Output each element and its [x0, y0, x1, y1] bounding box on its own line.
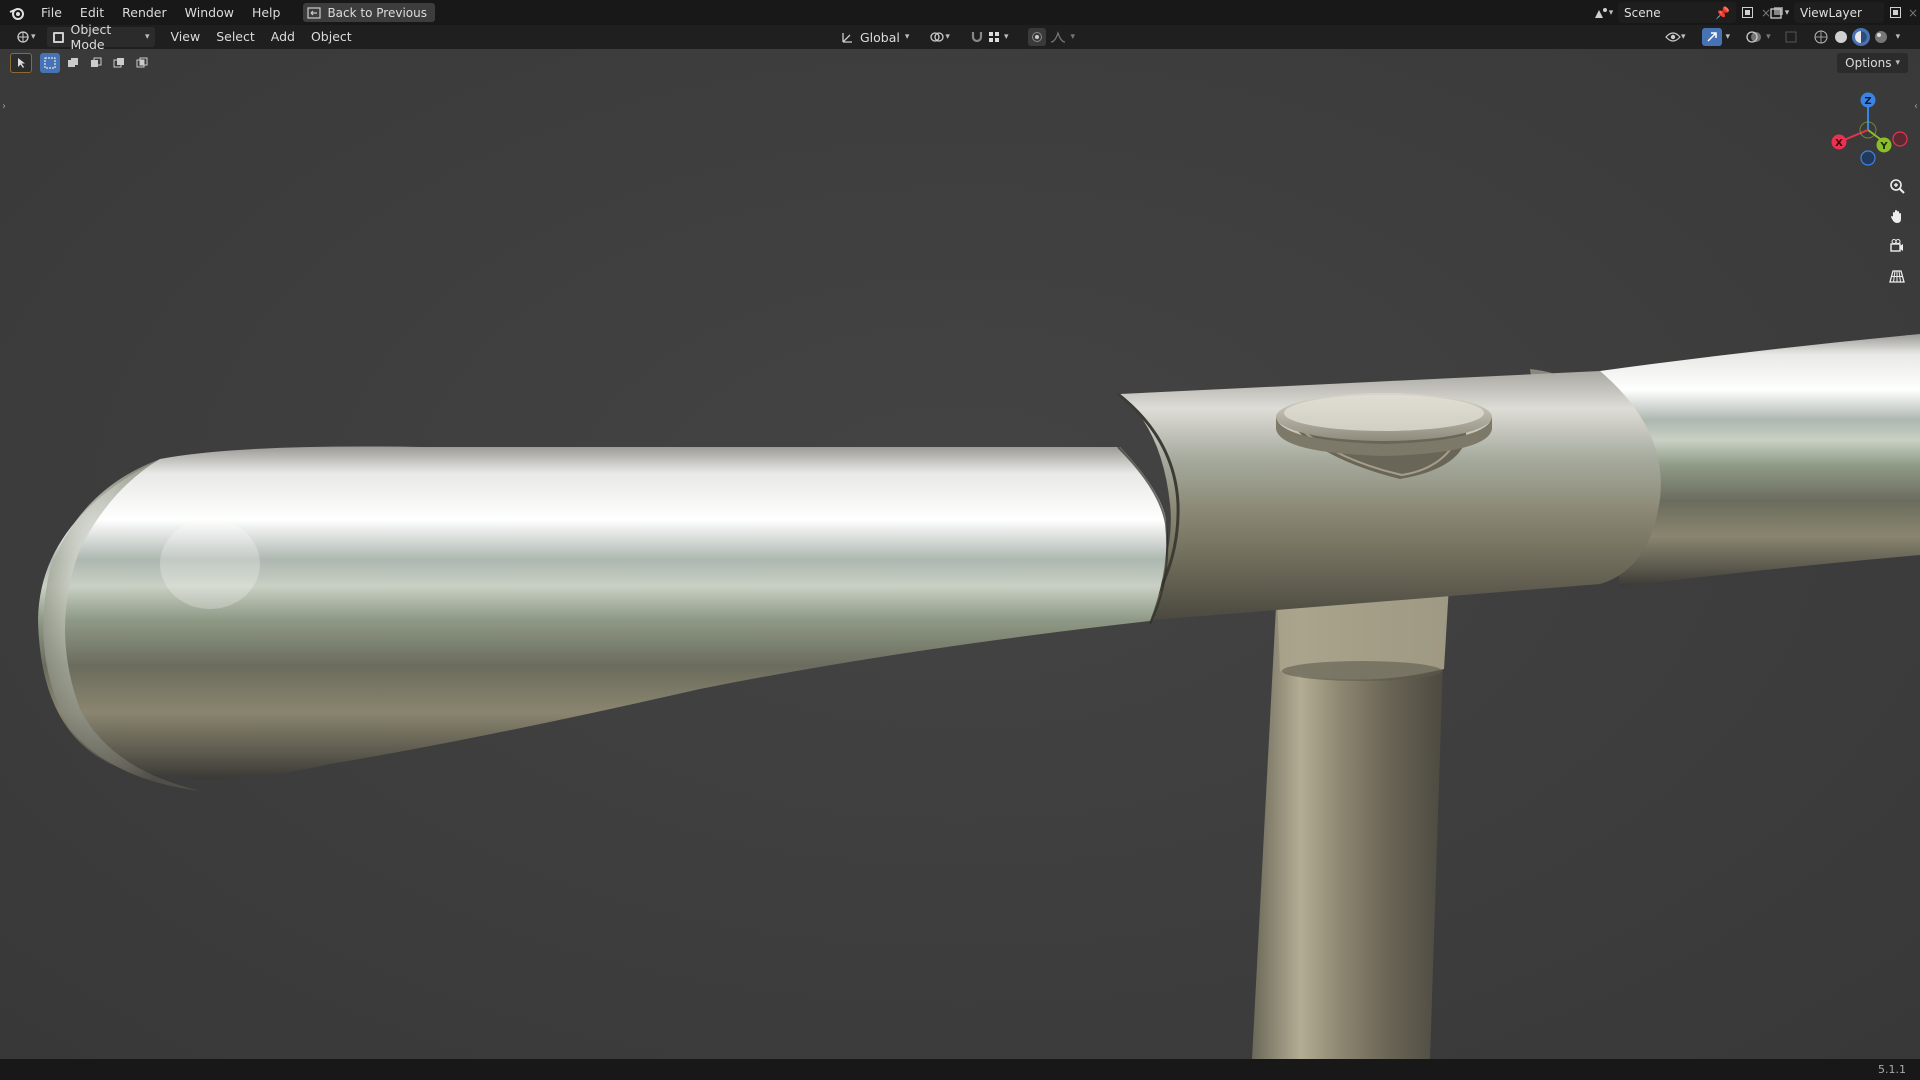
new-viewlayer-icon[interactable]: [1884, 6, 1906, 19]
navigation-gizmo[interactable]: Z Y X: [1823, 87, 1913, 177]
rendered-handrail-scene: [38, 334, 1920, 1059]
pin-icon[interactable]: 📌: [1715, 6, 1730, 20]
gizmo-toggle[interactable]: ▾: [1697, 27, 1736, 47]
options-label: Options: [1845, 56, 1892, 70]
overlays-icon[interactable]: [1746, 30, 1762, 44]
mode-label: Object Mode: [70, 22, 112, 52]
snap-controls[interactable]: ▾: [965, 27, 1014, 47]
menu-object[interactable]: Object: [303, 25, 360, 49]
visibility-dropdown[interactable]: ▾: [1660, 27, 1691, 47]
shading-chevron-down-icon[interactable]: ▾: [1896, 32, 1901, 42]
back-icon: [307, 6, 322, 19]
viewlayer-name-field[interactable]: ViewLayer: [1794, 2, 1884, 23]
viewlayer-name: ViewLayer: [1800, 5, 1862, 20]
scene-selector: ▾ Scene 📌 ×: [1588, 2, 1774, 23]
gizmo-y-axis[interactable]: Y: [1876, 137, 1892, 153]
proportional-edit-icon[interactable]: [1028, 28, 1047, 46]
wireframe-shading-icon[interactable]: [1812, 28, 1830, 46]
select-intersect-icon[interactable]: [132, 53, 152, 73]
new-scene-icon[interactable]: [1736, 6, 1758, 19]
gizmo-x-axis[interactable]: X: [1831, 134, 1847, 150]
tool-strip: [10, 53, 152, 73]
menu-help[interactable]: Help: [243, 0, 290, 25]
select-new-icon[interactable]: [40, 53, 60, 73]
back-to-previous-label: Back to Previous: [327, 5, 427, 20]
chevron-down-icon: ▾: [1003, 32, 1009, 42]
perspective-grid-icon[interactable]: [1884, 263, 1910, 289]
gizmo-icon[interactable]: [1701, 28, 1722, 46]
orientation-dropdown[interactable]: Global ▾: [836, 27, 914, 47]
viewport-header: ▾ Object Mode ▾ View Select Add Object G…: [0, 22, 1920, 52]
viewlayer-icon[interactable]: ▾: [1764, 6, 1794, 20]
gizmo-z-axis[interactable]: Z: [1860, 92, 1876, 108]
object-mode-icon: [52, 31, 65, 44]
back-to-previous-button[interactable]: Back to Previous: [303, 3, 435, 22]
menu-select[interactable]: Select: [208, 25, 263, 49]
orientation-icon: [841, 30, 855, 44]
menu-window[interactable]: Window: [176, 0, 243, 25]
snap-grid-icon[interactable]: [987, 30, 1001, 44]
camera-view-icon[interactable]: [1884, 233, 1910, 259]
editor-type-icon: [15, 30, 31, 44]
transform-controls: Global ▾ ▾ ▾ ▾: [836, 27, 1080, 47]
select-tool-icon[interactable]: [10, 53, 32, 73]
blender-logo-icon[interactable]: [2, 0, 32, 25]
top-bar: File Edit Render Window Help Back to Pre…: [0, 0, 1920, 25]
proportional-edit-controls[interactable]: ▾: [1023, 27, 1080, 47]
viewport-display-controls: ▾ ▾ ▾ ▾: [1660, 27, 1900, 47]
falloff-icon[interactable]: [1050, 31, 1066, 43]
chevron-down-icon: ▾: [904, 32, 910, 42]
scene-name: Scene: [1624, 5, 1661, 20]
menu-view[interactable]: View: [163, 25, 209, 49]
xray-icon[interactable]: [1782, 31, 1800, 43]
menu-file[interactable]: File: [32, 0, 71, 25]
3d-viewport[interactable]: › ‹ Options ▾ Z Y X: [0, 49, 1920, 1059]
select-extend-icon[interactable]: [63, 53, 83, 73]
chevron-down-icon: ▾: [1766, 32, 1771, 42]
solid-shading-icon[interactable]: [1832, 28, 1850, 46]
zoom-icon[interactable]: [1884, 173, 1910, 199]
menu-add[interactable]: Add: [263, 25, 303, 49]
chevron-down-icon: ▾: [1070, 32, 1075, 42]
pivot-icon: [929, 30, 945, 44]
status-bar: 5.1.1: [0, 1059, 1920, 1080]
shading-modes: [1812, 28, 1890, 46]
pivot-dropdown[interactable]: ▾: [924, 27, 955, 47]
scene-icon[interactable]: ▾: [1588, 6, 1618, 20]
chevron-down-icon: ▾: [1895, 58, 1900, 68]
chevron-down-icon: ▾: [31, 32, 36, 42]
mode-dropdown[interactable]: Object Mode ▾: [46, 22, 155, 52]
svg-text:Y: Y: [1879, 141, 1888, 152]
pan-hand-icon[interactable]: [1884, 203, 1910, 229]
toolbar-expand-icon[interactable]: ›: [2, 101, 6, 112]
chevron-down-icon: ▾: [1725, 32, 1731, 42]
snap-magnet-icon[interactable]: [970, 30, 984, 44]
select-subtract-icon[interactable]: [86, 53, 106, 73]
sidebar-expand-icon[interactable]: ‹: [1914, 101, 1918, 112]
select-invert-icon[interactable]: [109, 53, 129, 73]
options-dropdown[interactable]: Options ▾: [1837, 53, 1908, 73]
editor-type-button[interactable]: ▾: [10, 27, 41, 47]
delete-viewlayer-icon[interactable]: ×: [1906, 6, 1920, 20]
svg-text:Z: Z: [1864, 96, 1871, 107]
version-label: 5.1.1: [1878, 1063, 1906, 1076]
rendered-shading-icon[interactable]: [1872, 28, 1890, 46]
orientation-label: Global: [860, 29, 900, 45]
chevron-down-icon: ▾: [1681, 32, 1686, 42]
overlays-toggle[interactable]: ▾: [1741, 27, 1776, 47]
material-preview-shading-icon[interactable]: [1851, 28, 1870, 46]
svg-text:X: X: [1835, 138, 1843, 149]
eye-icon: [1665, 31, 1681, 43]
chevron-down-icon: ▾: [145, 32, 150, 42]
scene-name-field[interactable]: Scene 📌: [1618, 2, 1736, 23]
viewlayer-selector: ▾ ViewLayer ×: [1764, 2, 1920, 23]
selection-mode-group: [40, 53, 152, 73]
chevron-down-icon: ▾: [945, 32, 950, 42]
